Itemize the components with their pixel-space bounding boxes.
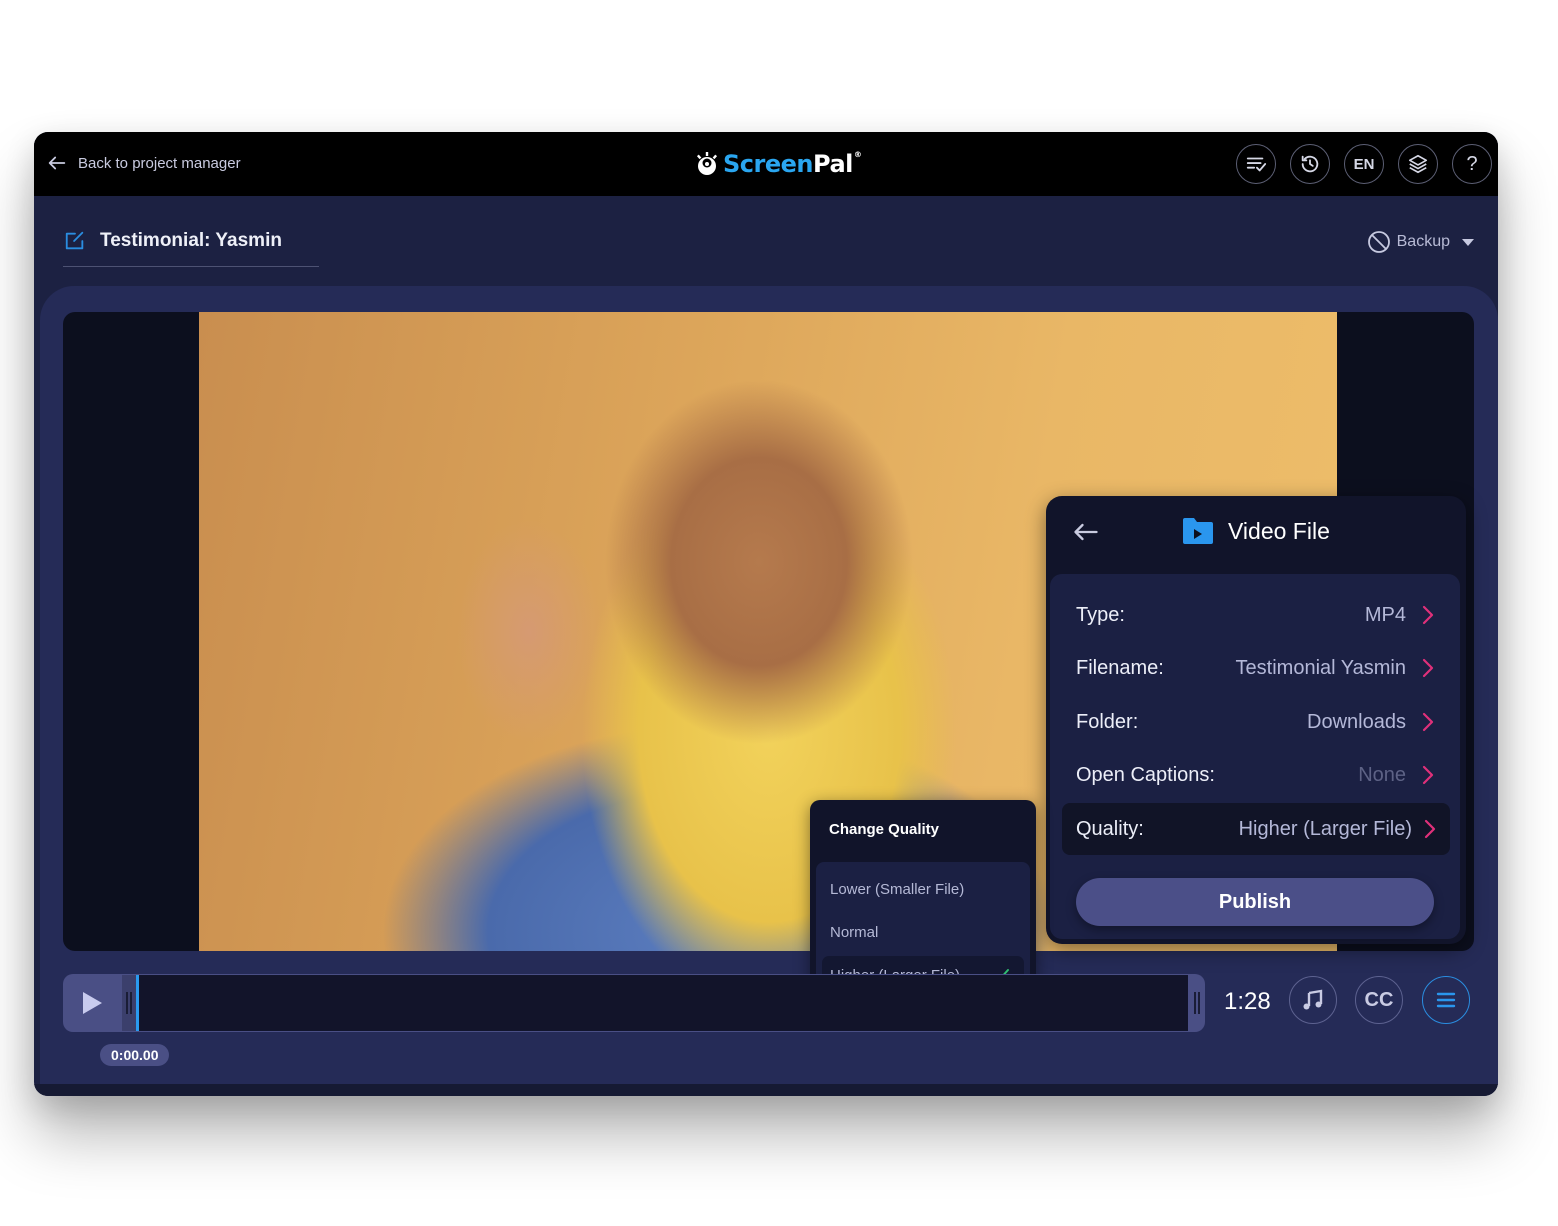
quality-option-lower[interactable]: Lower (Smaller File) (822, 870, 1024, 908)
history-icon (1301, 155, 1319, 173)
chevron-right-icon (1422, 712, 1434, 732)
history-button[interactable] (1290, 144, 1330, 184)
caret-down-icon (1462, 238, 1474, 246)
back-to-project-manager-link[interactable]: Back to project manager (46, 152, 241, 174)
type-row[interactable]: Type: MP4 (1062, 589, 1448, 641)
menu-button[interactable] (1422, 976, 1470, 1024)
open-captions-row[interactable]: Open Captions: None (1062, 749, 1448, 801)
play-icon (83, 992, 102, 1014)
option-label: Lower (Smaller File) (830, 880, 965, 898)
layers-button[interactable] (1398, 144, 1438, 184)
filename-label: Filename: (1076, 656, 1164, 679)
logo-screen-text: Screen (723, 150, 814, 178)
open-captions-label: Open Captions: (1076, 763, 1215, 786)
ban-icon (1367, 231, 1390, 253)
timeline-track[interactable] (139, 976, 1188, 1030)
trim-handle-start[interactable] (122, 975, 136, 1031)
checklist-icon (1246, 157, 1267, 172)
panel-title-text: Video File (1228, 517, 1330, 544)
music-button[interactable] (1289, 976, 1337, 1024)
video-folder-icon (1183, 518, 1213, 544)
checklist-button[interactable] (1236, 144, 1276, 184)
player-controls: 0:00.00 1:28 CC (34, 970, 1498, 1096)
music-note-icon (1303, 989, 1323, 1010)
timeline-track-area (122, 975, 1200, 1031)
chevron-right-icon (1422, 765, 1434, 785)
quality-option-normal[interactable]: Normal (822, 913, 1024, 951)
filename-value: Testimonial Yasmin (1235, 656, 1406, 679)
back-label: Back to project manager (78, 154, 241, 172)
video-file-panel: Video File Type: MP4 Filename: Testimoni… (1046, 496, 1466, 944)
arrow-left-icon (48, 156, 66, 170)
backup-dropdown[interactable]: Backup (1367, 230, 1474, 254)
panel-settings: Type: MP4 Filename: Testimonial Yasmin F… (1050, 574, 1460, 939)
logo-mark-icon (696, 152, 718, 175)
project-title-text: Testimonial: Yasmin (100, 230, 282, 251)
app-window: Back to project manager ScreenPal® EN ? … (34, 132, 1498, 1096)
folder-label: Folder: (1076, 710, 1139, 733)
dropdown-title: Change Quality (829, 821, 940, 838)
language-button[interactable]: EN (1344, 144, 1384, 184)
panel-header: Video File (1046, 496, 1466, 568)
timeline (63, 974, 1205, 1032)
backup-label: Backup (1396, 233, 1450, 250)
chevron-right-icon (1422, 605, 1434, 625)
publish-button[interactable]: Publish (1076, 878, 1434, 926)
current-time-badge: 0:00.00 (100, 1044, 170, 1066)
logo-pal-text: Pal (813, 150, 853, 178)
panel-back-button[interactable] (1072, 518, 1100, 546)
type-label: Type: (1076, 603, 1125, 626)
help-button[interactable]: ? (1452, 144, 1492, 184)
logo-registered-mark: ® (853, 150, 862, 159)
chevron-right-icon (1424, 819, 1436, 839)
type-value: MP4 (1364, 603, 1406, 626)
open-captions-value: None (1358, 763, 1406, 786)
screenpal-logo: ScreenPal® (694, 150, 862, 178)
quality-label: Quality: (1076, 817, 1144, 840)
trim-handle-end[interactable] (1190, 975, 1204, 1031)
play-button[interactable] (63, 974, 121, 1032)
panel-title: Video File (1182, 516, 1330, 546)
folder-row[interactable]: Folder: Downloads (1062, 696, 1448, 748)
project-header: Testimonial: Yasmin Backup (34, 196, 1498, 288)
top-toolbar: EN ? (1236, 144, 1498, 184)
edit-icon (65, 231, 84, 250)
quality-value: Higher (Larger File) (1238, 817, 1412, 840)
hamburger-menu-icon (1436, 992, 1456, 1008)
layers-icon (1408, 154, 1428, 174)
filename-row[interactable]: Filename: Testimonial Yasmin (1062, 642, 1448, 694)
top-bar: Back to project manager ScreenPal® EN ? (34, 132, 1498, 196)
folder-value: Downloads (1307, 710, 1406, 733)
title-underline (63, 266, 319, 267)
duration-label: 1:28 (1224, 988, 1271, 1015)
captions-button[interactable]: CC (1355, 976, 1403, 1024)
option-label: Normal (830, 923, 879, 941)
quality-row[interactable]: Quality: Higher (Larger File) (1062, 803, 1450, 855)
project-title[interactable]: Testimonial: Yasmin (64, 230, 282, 252)
chevron-right-icon (1422, 658, 1434, 678)
